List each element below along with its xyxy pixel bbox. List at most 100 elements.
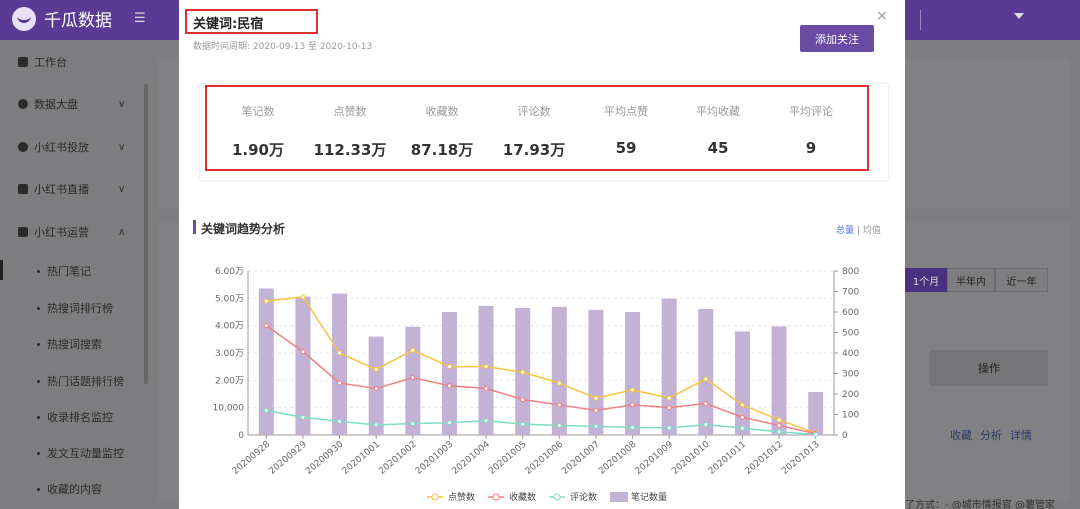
data-point bbox=[373, 422, 379, 428]
stat-label: 平均点赞 bbox=[604, 105, 648, 118]
data-point bbox=[703, 376, 709, 382]
x-tick-label: 20201001 bbox=[341, 440, 383, 477]
data-point bbox=[263, 407, 269, 413]
left-tick-label: 5.00万 bbox=[215, 294, 244, 304]
stat-comments: 评论数 17.93万 bbox=[489, 103, 579, 160]
bullet bbox=[37, 306, 40, 310]
bullet bbox=[37, 269, 40, 273]
bar bbox=[661, 298, 677, 435]
bar bbox=[625, 312, 641, 435]
bar bbox=[295, 296, 311, 435]
sidebar-item-dashboard[interactable]: 数据大盘 ∨ bbox=[0, 92, 148, 116]
logo[interactable]: 千瓜数据 bbox=[12, 6, 112, 31]
sidebar-item-label: 小红书运营 bbox=[34, 226, 89, 239]
analyze-link[interactable]: 分析 bbox=[980, 427, 1002, 443]
right-tick-label: 600 bbox=[842, 308, 859, 318]
right-tick-label: 700 bbox=[842, 288, 859, 298]
sidebar-scrollbar[interactable] bbox=[144, 84, 148, 384]
bar bbox=[551, 306, 567, 435]
stat-label: 评论数 bbox=[517, 105, 551, 118]
sidebar-subitem-hot-search-rank[interactable]: 热搜词排行榜 bbox=[0, 297, 148, 319]
bar bbox=[368, 336, 384, 435]
data-point bbox=[630, 402, 636, 408]
sidebar-subitem-label: 热门笔记 bbox=[47, 265, 91, 278]
x-tick-label: 20201007 bbox=[560, 440, 602, 477]
toggle-avg[interactable]: 均值 bbox=[863, 226, 881, 236]
sidebar-item-workbench[interactable]: 工作台 bbox=[0, 50, 148, 74]
sidebar-subitem-label: 热门话题排行榜 bbox=[47, 375, 124, 388]
data-point bbox=[666, 405, 672, 411]
bar bbox=[405, 326, 421, 435]
sidebar-item-label: 数据大盘 bbox=[34, 98, 78, 111]
detail-link[interactable]: 详情 bbox=[1010, 427, 1032, 443]
legend-label: 点赞数 bbox=[448, 491, 475, 503]
data-point bbox=[446, 383, 452, 389]
section-accent bbox=[193, 220, 196, 234]
data-point bbox=[300, 294, 306, 300]
period-button-6m[interactable]: 半年内 bbox=[947, 268, 995, 292]
stat-collects: 收藏数 87.18万 bbox=[397, 103, 487, 160]
chevron-down-icon[interactable] bbox=[1014, 13, 1024, 19]
sidebar-subitem-interaction-monitor[interactable]: 发文互动量监控 bbox=[0, 442, 148, 464]
close-icon[interactable]: × bbox=[876, 8, 888, 24]
stat-value: 9 bbox=[805, 139, 817, 157]
metric-toggle: 总量 | 均值 bbox=[836, 223, 881, 236]
toggle-total[interactable]: 总量 bbox=[836, 226, 854, 236]
row-actions: 收藏 分析 详情 bbox=[950, 427, 1032, 443]
sidebar-item-ads[interactable]: 小红书投放 ∨ bbox=[0, 135, 148, 159]
legend-swatch bbox=[431, 493, 439, 501]
data-point bbox=[373, 366, 379, 372]
data-point bbox=[373, 386, 379, 392]
x-tick-label: 20201006 bbox=[524, 439, 566, 476]
data-point bbox=[593, 407, 599, 413]
collect-link[interactable]: 收藏 bbox=[950, 427, 972, 443]
data-point bbox=[337, 350, 343, 356]
left-tick-label: 10,000 bbox=[213, 404, 245, 414]
menu-collapse-icon[interactable]: ☰ bbox=[134, 11, 146, 26]
divider bbox=[920, 10, 921, 30]
data-point bbox=[520, 369, 526, 375]
data-point bbox=[776, 429, 782, 435]
data-point bbox=[703, 401, 709, 407]
data-point bbox=[263, 323, 269, 329]
sidebar-item-live[interactable]: 小红书直播 ∨ bbox=[0, 177, 148, 201]
right-tick-label: 200 bbox=[842, 390, 859, 400]
add-follow-button[interactable]: 添加关注 bbox=[800, 25, 874, 52]
toggle-separator: | bbox=[856, 226, 860, 236]
right-tick-label: 800 bbox=[842, 267, 859, 277]
left-tick-label: 6.00万 bbox=[215, 267, 244, 277]
sidebar: 工作台 数据大盘 ∨ 小红书投放 ∨ 小红书直播 ∨ 小红书运营 ∧ 热门笔记 … bbox=[0, 40, 148, 509]
pie-chart-icon bbox=[18, 99, 28, 109]
left-tick-label: 2.00万 bbox=[215, 376, 244, 386]
sidebar-subitem-hot-notes[interactable]: 热门笔记 bbox=[0, 260, 148, 282]
x-tick-label: 20201013 bbox=[780, 440, 822, 477]
legend-label: 笔记数量 bbox=[631, 491, 667, 503]
date-range: 数据时间周期: 2020-09-13 至 2020-10-13 bbox=[193, 42, 373, 52]
stat-value: 112.33万 bbox=[313, 141, 387, 159]
stat-label: 平均收藏 bbox=[696, 105, 740, 118]
x-tick-label: 20201003 bbox=[414, 440, 456, 477]
legend-swatch bbox=[610, 492, 628, 502]
sidebar-subitem-favorites[interactable]: 收藏的内容 bbox=[0, 478, 148, 500]
sidebar-item-label: 小红书直播 bbox=[34, 183, 89, 196]
period-button-1y[interactable]: 近一年 bbox=[995, 268, 1048, 292]
sidebar-subitem-rank-monitor[interactable]: 收录排名监控 bbox=[0, 406, 148, 428]
data-point bbox=[483, 386, 489, 392]
data-point bbox=[593, 395, 599, 401]
stat-notes: 笔记数 1.90万 bbox=[213, 103, 303, 160]
sidebar-item-operations[interactable]: 小红书运营 ∧ bbox=[0, 220, 148, 244]
sidebar-subitem-topic-rank[interactable]: 热门话题排行榜 bbox=[0, 370, 148, 392]
right-tick-label: 400 bbox=[842, 349, 859, 359]
modal-title: 关键词:民宿 bbox=[193, 17, 264, 32]
legend-swatch bbox=[553, 493, 561, 501]
x-tick-label: 20201010 bbox=[670, 439, 712, 476]
data-point bbox=[446, 364, 452, 370]
data-point bbox=[337, 380, 343, 386]
data-point bbox=[666, 425, 672, 431]
stat-label: 笔记数 bbox=[241, 105, 275, 118]
sidebar-item-label: 小红书投放 bbox=[34, 141, 89, 154]
data-point bbox=[520, 396, 526, 402]
logo-icon bbox=[12, 6, 36, 31]
sidebar-subitem-hot-search[interactable]: 热搜词搜索 bbox=[0, 333, 148, 355]
period-button-1m[interactable]: 1个月 bbox=[905, 268, 947, 292]
